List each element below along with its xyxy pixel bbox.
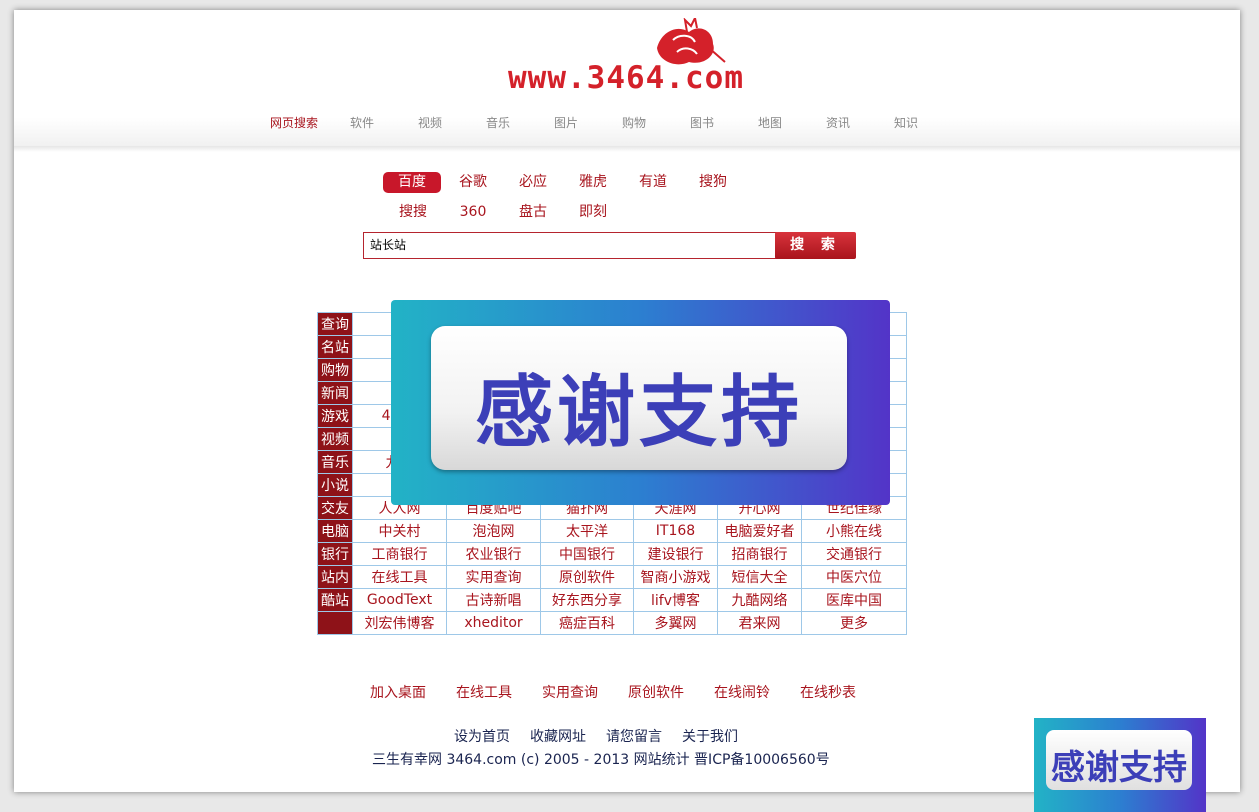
table-link[interactable]: 实用查询 — [446, 565, 541, 589]
thanks-overlay-text: 感谢支持 — [474, 368, 803, 458]
engine-tabs-row1: 百度 谷歌 必应 雅虎 有道 搜狗 — [383, 172, 743, 193]
engine-tab-yahoo[interactable]: 雅虎 — [563, 172, 623, 193]
bottom-links: 加入桌面 在线工具 实用查询 原创软件 在线闹铃 在线秒表 — [355, 682, 871, 702]
nav-knowledge[interactable]: 知识 — [872, 114, 940, 134]
nav-web-search[interactable]: 网页搜索 — [260, 114, 328, 134]
table-link[interactable]: 好东西分享 — [540, 588, 634, 612]
page: www.3464.com 网页搜索 软件 视频 音乐 图片 购物 图书 地图 资… — [14, 10, 1240, 792]
category-label: 购物 — [317, 358, 353, 382]
table-link[interactable]: 九酷网络 — [717, 588, 802, 612]
table-link[interactable]: 古诗新唱 — [446, 588, 541, 612]
category-label: 查询 — [317, 312, 353, 336]
thanks-overlay-panel: 感谢支持 — [431, 326, 847, 470]
engine-tabs-row2: 搜搜 360 盘古 即刻 — [383, 202, 623, 223]
bottom-link-software[interactable]: 原创软件 — [613, 682, 699, 702]
table-row: 站内 在线工具 实用查询 原创软件 智商小游戏 短信大全 中医穴位 — [317, 565, 907, 589]
footer-link-about[interactable]: 关于我们 — [682, 726, 738, 746]
table-link[interactable]: 农业银行 — [446, 542, 541, 566]
nav-software[interactable]: 软件 — [328, 114, 396, 134]
engine-tab-youdao[interactable]: 有道 — [623, 172, 683, 193]
table-link[interactable]: lifv博客 — [633, 588, 718, 612]
nav-images[interactable]: 图片 — [532, 114, 600, 134]
bottom-link-add-desktop[interactable]: 加入桌面 — [355, 682, 441, 702]
engine-tab-sogou[interactable]: 搜狗 — [683, 172, 743, 193]
search-button[interactable]: 搜 索 — [775, 232, 856, 259]
table-link[interactable]: 更多 — [801, 611, 907, 635]
header: www.3464.com 网页搜索 软件 视频 音乐 图片 购物 图书 地图 资… — [14, 10, 1240, 148]
bottom-link-alarm[interactable]: 在线闹铃 — [699, 682, 785, 702]
table-link[interactable]: 中关村 — [352, 519, 447, 543]
engine-tab-baidu[interactable]: 百度 — [383, 172, 441, 193]
nav-books[interactable]: 图书 — [668, 114, 736, 134]
table-link[interactable]: 原创软件 — [540, 565, 634, 589]
table-row: 酷站 GoodText 古诗新唱 好东西分享 lifv博客 九酷网络 医库中国 — [317, 588, 907, 612]
table-row: 银行 工商银行 农业银行 中国银行 建设银行 招商银行 交通银行 — [317, 542, 907, 566]
table-link[interactable]: 在线工具 — [352, 565, 447, 589]
category-label: 银行 — [317, 542, 353, 566]
nav-shopping[interactable]: 购物 — [600, 114, 668, 134]
category-label: 音乐 — [317, 450, 353, 474]
bottom-link-lookup[interactable]: 实用查询 — [527, 682, 613, 702]
category-label: 新闻 — [317, 381, 353, 405]
engine-tab-google[interactable]: 谷歌 — [443, 172, 503, 193]
copyright-text: 三生有幸网 3464.com (c) 2005 - 2013 网站统计 晋ICP… — [372, 752, 830, 768]
table-link[interactable]: GoodText — [352, 588, 447, 612]
category-label: 名站 — [317, 335, 353, 359]
table-link[interactable]: IT168 — [633, 519, 718, 543]
bottom-link-stopwatch[interactable]: 在线秒表 — [785, 682, 871, 702]
table-link[interactable]: 中国银行 — [540, 542, 634, 566]
engine-tab-bing[interactable]: 必应 — [503, 172, 563, 193]
table-link[interactable]: 招商银行 — [717, 542, 802, 566]
table-link[interactable]: 多翼网 — [633, 611, 718, 635]
footer-link-set-home[interactable]: 设为首页 — [454, 726, 510, 746]
footer-link-bookmark[interactable]: 收藏网址 — [530, 726, 586, 746]
site-logo-text[interactable]: www.3464.com — [496, 60, 756, 96]
table-link[interactable]: 刘宏伟博客 — [352, 611, 447, 635]
search-input[interactable] — [363, 232, 781, 259]
table-link[interactable]: 君来网 — [717, 611, 802, 635]
table-link[interactable]: 建设银行 — [633, 542, 718, 566]
category-label: 站内 — [317, 565, 353, 589]
thanks-overlay-banner[interactable]: 感谢支持 — [391, 300, 890, 505]
category-label: 交友 — [317, 496, 353, 520]
table-link[interactable]: xheditor — [446, 611, 541, 635]
table-link[interactable]: 太平洋 — [540, 519, 634, 543]
category-label: 小说 — [317, 473, 353, 497]
top-nav: 网页搜索 软件 视频 音乐 图片 购物 图书 地图 资讯 知识 — [260, 114, 940, 134]
category-label: 视频 — [317, 427, 353, 451]
category-label: 酷站 — [317, 588, 353, 612]
category-label — [317, 611, 353, 635]
category-label: 电脑 — [317, 519, 353, 543]
engine-tab-pangu[interactable]: 盘古 — [503, 202, 563, 223]
thanks-badge-panel: 感谢支持 — [1046, 730, 1192, 790]
nav-maps[interactable]: 地图 — [736, 114, 804, 134]
table-link[interactable]: 智商小游戏 — [633, 565, 718, 589]
table-link[interactable]: 小熊在线 — [801, 519, 907, 543]
engine-tab-360[interactable]: 360 — [443, 202, 503, 223]
footer-links: 设为首页 收藏网址 请您留言 关于我们 — [454, 726, 758, 746]
category-label: 游戏 — [317, 404, 353, 428]
nav-video[interactable]: 视频 — [396, 114, 464, 134]
nav-music[interactable]: 音乐 — [464, 114, 532, 134]
header-divider — [14, 146, 1240, 152]
table-link[interactable]: 泡泡网 — [446, 519, 541, 543]
table-link[interactable]: 电脑爱好者 — [717, 519, 802, 543]
table-link[interactable]: 癌症百科 — [540, 611, 634, 635]
nav-news[interactable]: 资讯 — [804, 114, 872, 134]
thanks-corner-badge[interactable]: 感谢支持 — [1034, 718, 1206, 812]
table-link[interactable]: 交通银行 — [801, 542, 907, 566]
bottom-link-online-tools[interactable]: 在线工具 — [441, 682, 527, 702]
engine-tab-soso[interactable]: 搜搜 — [383, 202, 443, 223]
thanks-badge-text: 感谢支持 — [1051, 748, 1187, 788]
table-link[interactable]: 医库中国 — [801, 588, 907, 612]
table-link[interactable]: 短信大全 — [717, 565, 802, 589]
footer-link-message[interactable]: 请您留言 — [606, 726, 662, 746]
table-row: 电脑 中关村 泡泡网 太平洋 IT168 电脑爱好者 小熊在线 — [317, 519, 907, 543]
engine-tab-jike[interactable]: 即刻 — [563, 202, 623, 223]
table-link[interactable]: 中医穴位 — [801, 565, 907, 589]
table-row: 刘宏伟博客 xheditor 癌症百科 多翼网 君来网 更多 — [317, 611, 907, 635]
table-link[interactable]: 工商银行 — [352, 542, 447, 566]
